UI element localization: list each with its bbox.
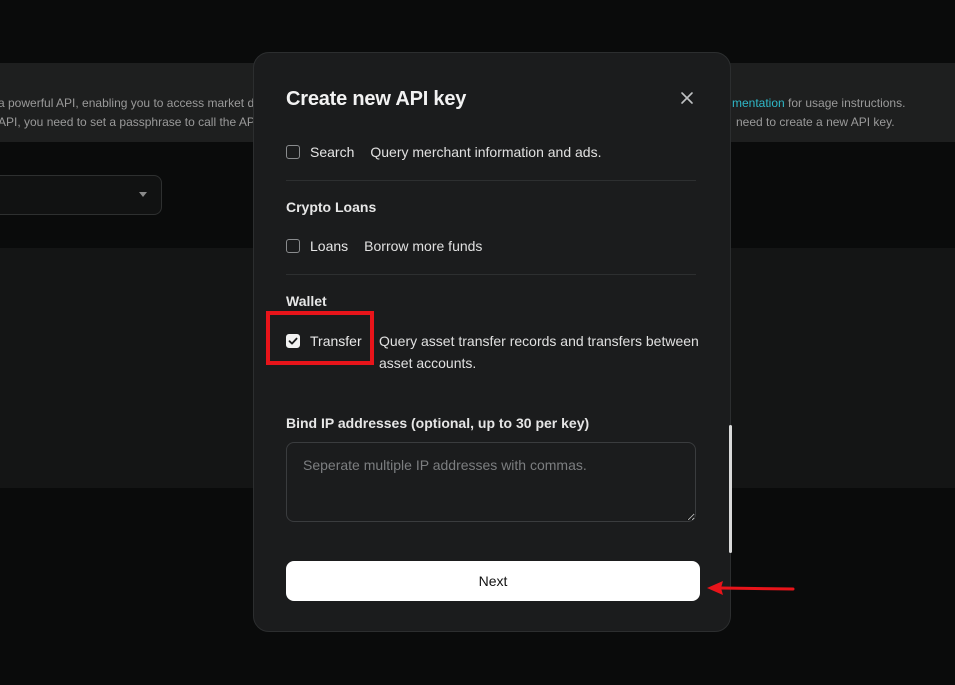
search-checkbox[interactable]	[286, 145, 300, 159]
divider	[286, 180, 696, 181]
ip-address-label: Bind IP addresses (optional, up to 30 pe…	[286, 415, 590, 431]
ip-address-input[interactable]	[286, 442, 696, 522]
permission-loans[interactable]: Loans Borrow more funds	[286, 238, 482, 254]
scrollbar-thumb[interactable]	[729, 425, 732, 553]
caret-down-icon	[139, 192, 147, 197]
arrow-annotation-icon	[707, 581, 795, 595]
permission-description: Query asset transfer records and transfe…	[379, 333, 699, 371]
next-button[interactable]: Next	[286, 561, 700, 601]
loans-checkbox[interactable]	[286, 239, 300, 253]
banner-text-line2-right: need to create a new API key.	[736, 115, 895, 129]
permission-name: Search	[310, 144, 355, 160]
permission-name: Loans	[310, 238, 349, 254]
banner-text-line1-left: a powerful API, enabling you to access m…	[0, 96, 255, 110]
section-title-crypto-loans: Crypto Loans	[286, 199, 377, 215]
background-select[interactable]	[0, 175, 162, 215]
banner-text-line1-right: mentation for usage instructions.	[732, 96, 906, 110]
permission-description: Query merchant information and ads.	[370, 144, 602, 160]
documentation-link[interactable]: mentation	[732, 96, 785, 110]
banner-text-line2-left: API, you need to set a passphrase to cal…	[0, 115, 259, 129]
modal-title: Create new API key	[286, 88, 467, 110]
divider	[286, 274, 696, 275]
permission-search[interactable]: Search Query merchant information and ad…	[286, 144, 601, 160]
close-icon[interactable]	[680, 91, 694, 105]
create-api-key-modal: Create new API key Search Query merchant…	[253, 52, 732, 632]
section-title-wallet: Wallet	[286, 293, 327, 309]
permission-description: Borrow more funds	[364, 238, 483, 254]
highlight-annotation	[266, 311, 374, 365]
